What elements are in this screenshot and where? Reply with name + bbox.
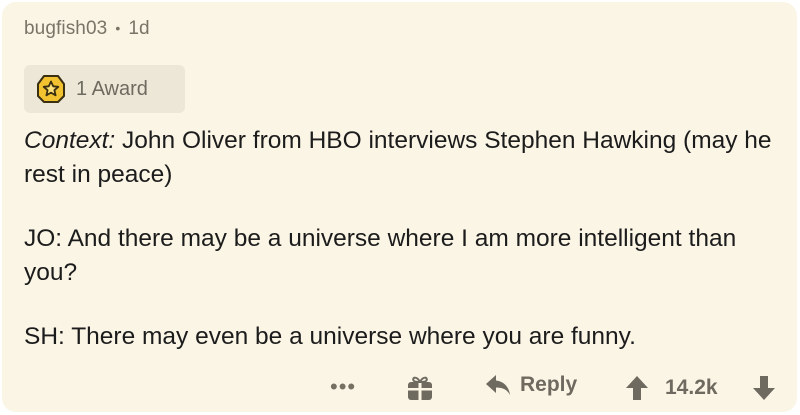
award-star-icon bbox=[36, 74, 66, 104]
comment-age: 1d bbox=[128, 18, 150, 39]
comment-paragraph: JO: And there may be a universe where I … bbox=[24, 225, 737, 286]
reply-arrow-icon bbox=[486, 375, 510, 395]
context-text: John Oliver from HBO interviews Stephen … bbox=[24, 127, 772, 188]
reply-button[interactable]: Reply bbox=[484, 372, 577, 398]
comment-actions: ••• Reply 14.2k bbox=[2, 368, 797, 408]
comment-paragraph: Context: John Oliver from HBO interviews… bbox=[24, 124, 774, 192]
award-badge[interactable]: 1 Award bbox=[24, 65, 185, 113]
reply-label: Reply bbox=[520, 373, 578, 396]
more-options-button[interactable]: ••• bbox=[330, 374, 356, 400]
comment-meta: bugfish03 • 1d bbox=[24, 18, 150, 40]
comment-card: bugfish03 • 1d 1 Award Context: John Oli… bbox=[2, 2, 797, 412]
username-link[interactable]: bugfish03 bbox=[24, 18, 107, 40]
vote-score: 14.2k bbox=[665, 376, 718, 399]
meta-separator: • bbox=[115, 20, 121, 36]
award-label: 1 Award bbox=[76, 77, 148, 100]
context-label: Context: bbox=[24, 127, 116, 154]
comment-paragraph: SH: There may even be a universe where y… bbox=[24, 323, 636, 350]
upvote-arrow-icon[interactable] bbox=[624, 374, 650, 402]
gift-icon[interactable] bbox=[405, 373, 435, 403]
downvote-arrow-icon[interactable] bbox=[751, 374, 777, 402]
